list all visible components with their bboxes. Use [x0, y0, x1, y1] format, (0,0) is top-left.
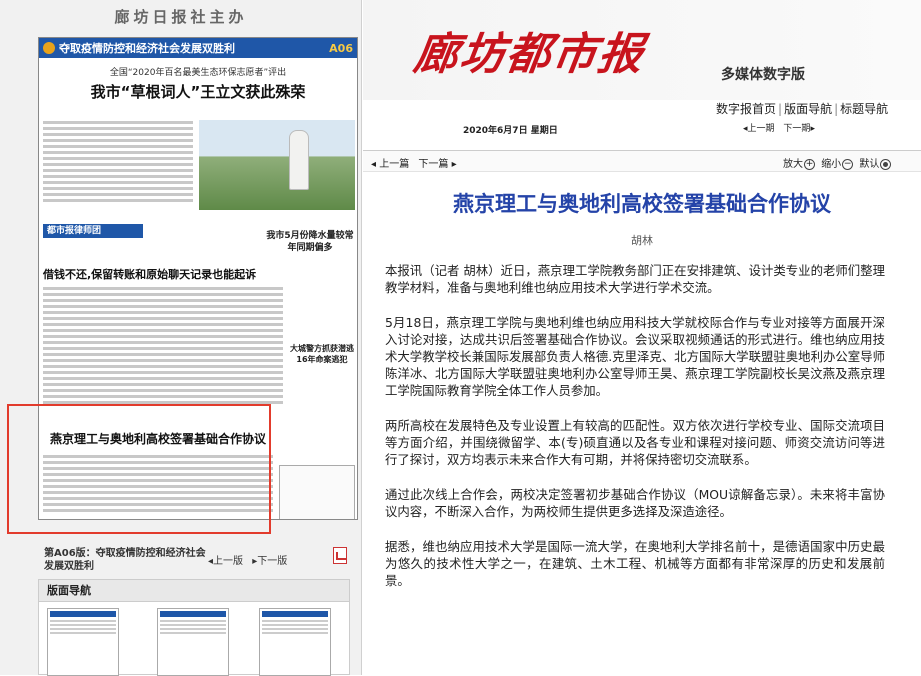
nav-layout-link[interactable]: 版面导航: [784, 102, 832, 116]
right-arrow-icon: ▸: [810, 124, 815, 134]
zoom-controls: 放大 + 缩小 − 默认: [783, 155, 894, 170]
left-arrow-icon: ◂: [371, 159, 377, 170]
article-paragraph: 据悉，维也纳应用技术大学是国际一流大学，在奥地利大学排名前十，是德语国家中历史最…: [385, 539, 885, 588]
next-issue-link[interactable]: 下一期: [783, 124, 810, 134]
nav-titles-link[interactable]: 标题导航: [840, 102, 888, 116]
sponsor-label: 廊坊日报社主办: [114, 8, 248, 26]
page-pager: ◂上一版 ▸下一版: [208, 552, 287, 567]
edition-label: 多媒体数字版: [721, 67, 805, 83]
article-title: 燕京理工与奥地利高校签署基础合作协议: [453, 191, 831, 216]
page-thumbnail[interactable]: [259, 608, 331, 676]
story-2-body[interactable]: [43, 284, 283, 407]
side-story-1[interactable]: 我市5月份降水量较常年同期偏多: [265, 230, 355, 254]
page-banner: 夺取疫情防控和经济社会发展双胜利 A06: [39, 38, 357, 58]
zoom-default-label[interactable]: 默认: [859, 159, 879, 170]
story-1-body[interactable]: [43, 118, 193, 205]
prev-article-link[interactable]: 上一篇: [379, 159, 409, 170]
page-banner-title: 夺取疫情防控和经济社会发展双胜利: [59, 42, 235, 55]
rubric-label: 都市报律师团: [43, 224, 143, 238]
article-toolbar: ◂ 上一篇 下一篇 ▸ 放大 + 缩小 − 默认: [363, 150, 921, 172]
next-page-link[interactable]: 下一版: [257, 556, 287, 567]
story-1-photo[interactable]: [199, 120, 355, 210]
masthead-banner: 廊坊都市报 多媒体数字版: [363, 0, 921, 100]
left-panel: 廊坊日报社主办 夺取疫情防控和经济社会发展双胜利 A06 全国“2020年百名最…: [0, 0, 362, 676]
gear-icon: [43, 42, 55, 54]
issue-pager: ◂上一期 下一期▸: [743, 121, 815, 134]
right-arrow-icon: ▸: [451, 159, 457, 170]
article-paragraph: 通过此次线上合作会，两校决定签署初步基础合作协议（MOU谅解备忘录）。未来将丰富…: [385, 487, 885, 519]
article-paragraph: 5月18日，燕京理工学院与奥地利维也纳应用科技大学就校际合作与专业对接等方面展开…: [385, 315, 885, 398]
story-1-headline[interactable]: 我市“草根词人”王立文获此殊荣: [39, 81, 357, 102]
zoom-in-label[interactable]: 放大: [783, 159, 803, 170]
next-article-link[interactable]: 下一篇: [418, 159, 448, 170]
zoom-out-icon[interactable]: −: [842, 158, 854, 170]
issue-date: 2020年6月7日 星期日: [463, 126, 558, 136]
page-nav-panel: 版面导航: [38, 579, 350, 676]
article-paragraph: 本报讯（记者 胡林）近日，燕京理工学院教务部门正在安排建筑、设计类专业的老师们整…: [385, 263, 885, 295]
nav-home-link[interactable]: 数字报首页: [716, 102, 776, 116]
story-1-subhead[interactable]: 全国“2020年百名最美生态环保志愿者”评出: [39, 65, 357, 78]
article-body: 本报讯（记者 胡林）近日，燕京理工学院教务部门正在安排建筑、设计类专业的老师们整…: [385, 262, 885, 607]
prev-page-link[interactable]: 上一版: [213, 556, 243, 567]
zoom-out-label[interactable]: 缩小: [821, 159, 841, 170]
page-nav-title: 版面导航: [39, 580, 349, 602]
story-2-headline[interactable]: 借钱不还,保留转账和原始聊天记录也能起诉: [43, 266, 258, 282]
data-table-graphic: [279, 465, 355, 519]
side-story-2[interactable]: 大城警方抓获潜逃16年命案逃犯: [289, 343, 355, 365]
article-paragraph: 两所高校在发展特色及专业设置上有较高的匹配性。双方依次进行学校专业、国际交流项目…: [385, 418, 885, 467]
zoom-default-icon[interactable]: [880, 158, 892, 170]
selected-article-highlight[interactable]: [7, 404, 271, 534]
dateline: 2020年6月7日 星期日 ◂上一期 下一期▸: [363, 118, 921, 140]
page-thumbnail[interactable]: [47, 608, 119, 676]
page-thumbnail[interactable]: [157, 608, 229, 676]
article-author: 胡林: [631, 234, 653, 247]
prev-issue-link[interactable]: 上一期: [748, 124, 775, 134]
page-info: 第A06版：夺取疫情防控和经济社会发展双胜利: [44, 548, 206, 572]
person-figure: [289, 130, 309, 190]
right-panel: 廊坊都市报 多媒体数字版 数字报首页 | 版面导航 | 标题导航 2020年6月7日 星…: [363, 0, 921, 675]
page-number: A06: [329, 41, 353, 55]
zoom-in-icon[interactable]: +: [804, 158, 815, 170]
pdf-icon[interactable]: [333, 547, 347, 564]
masthead-logo: 廊坊都市报: [410, 29, 648, 80]
top-nav: 数字报首页 | 版面导航 | 标题导航: [716, 102, 889, 116]
